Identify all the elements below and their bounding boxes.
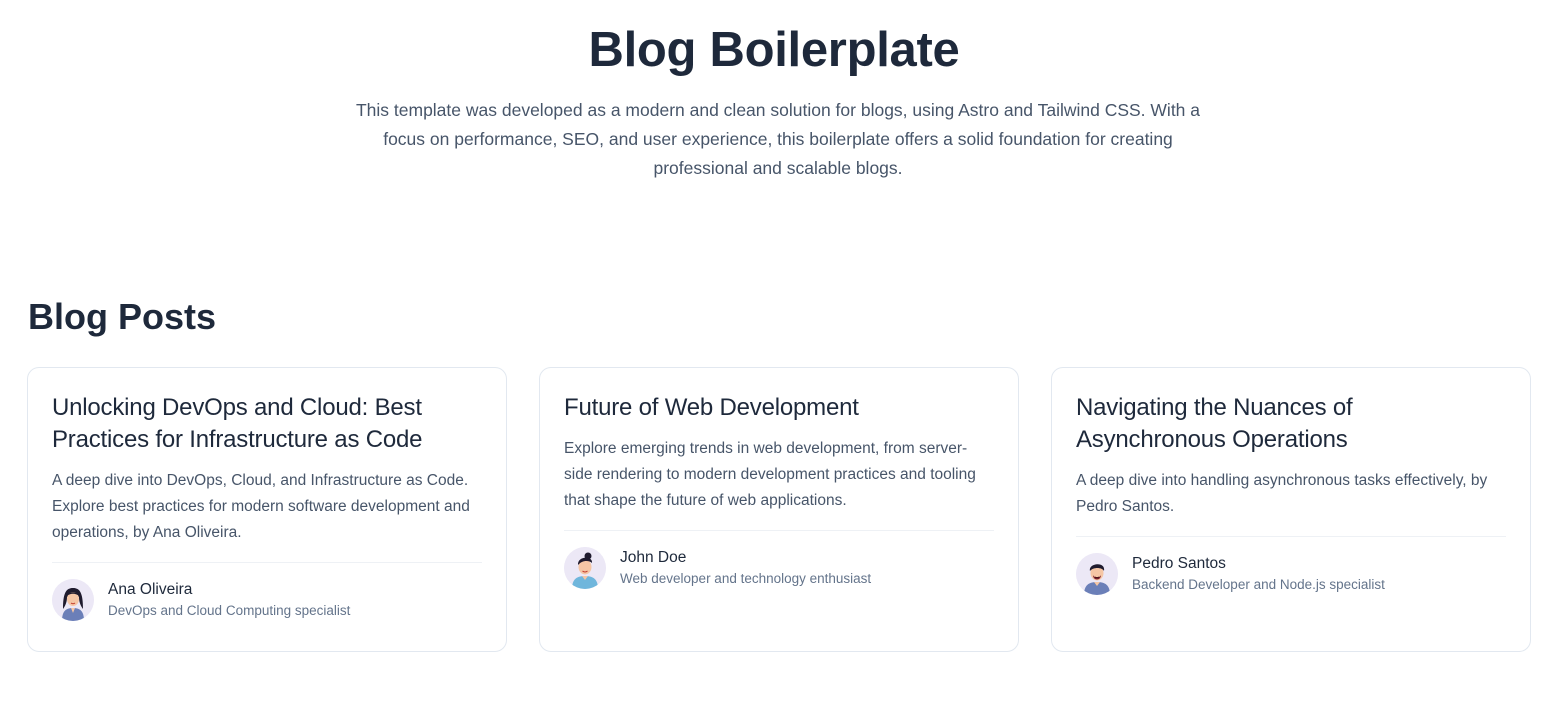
post-description: A deep dive into DevOps, Cloud, and Infr… bbox=[52, 472, 470, 541]
post-title[interactable]: Navigating the Nuances of Asynchronous O… bbox=[1076, 392, 1506, 456]
post-title[interactable]: Future of Web Development bbox=[564, 392, 994, 424]
post-card[interactable]: Unlocking DevOps and Cloud: Best Practic… bbox=[27, 367, 507, 652]
card-divider bbox=[1076, 536, 1506, 537]
female-avatar-icon bbox=[52, 579, 94, 621]
blog-posts-heading: Blog Posts bbox=[28, 296, 217, 337]
post-author: John Doe Web developer and technology en… bbox=[564, 547, 994, 589]
post-card[interactable]: Navigating the Nuances of Asynchronous O… bbox=[1051, 367, 1531, 652]
post-card[interactable]: Future of Web Development Explore emergi… bbox=[539, 367, 1019, 652]
author-name: Ana Oliveira bbox=[108, 581, 193, 598]
post-author: Pedro Santos Backend Developer and Node.… bbox=[1076, 553, 1506, 595]
card-divider bbox=[564, 530, 994, 531]
male-avatar-icon bbox=[564, 547, 606, 589]
page-description: This template was developed as a modern … bbox=[355, 100, 1201, 178]
page-title: Blog Boilerplate bbox=[588, 23, 960, 77]
card-divider bbox=[52, 562, 482, 563]
author-role: Web developer and technology enthusiast bbox=[620, 571, 872, 586]
post-author: Ana Oliveira DevOps and Cloud Computing … bbox=[52, 579, 482, 621]
post-description: Explore emerging trends in web developme… bbox=[564, 440, 976, 509]
post-description: A deep dive into handling asynchronous t… bbox=[1076, 472, 1488, 515]
author-role: DevOps and Cloud Computing specialist bbox=[108, 603, 351, 618]
author-role: Backend Developer and Node.js specialist bbox=[1132, 577, 1385, 592]
male-avatar-icon bbox=[1076, 553, 1118, 595]
author-name: Pedro Santos bbox=[1132, 555, 1226, 572]
post-title[interactable]: Unlocking DevOps and Cloud: Best Practic… bbox=[52, 392, 482, 456]
author-name: John Doe bbox=[620, 549, 687, 566]
